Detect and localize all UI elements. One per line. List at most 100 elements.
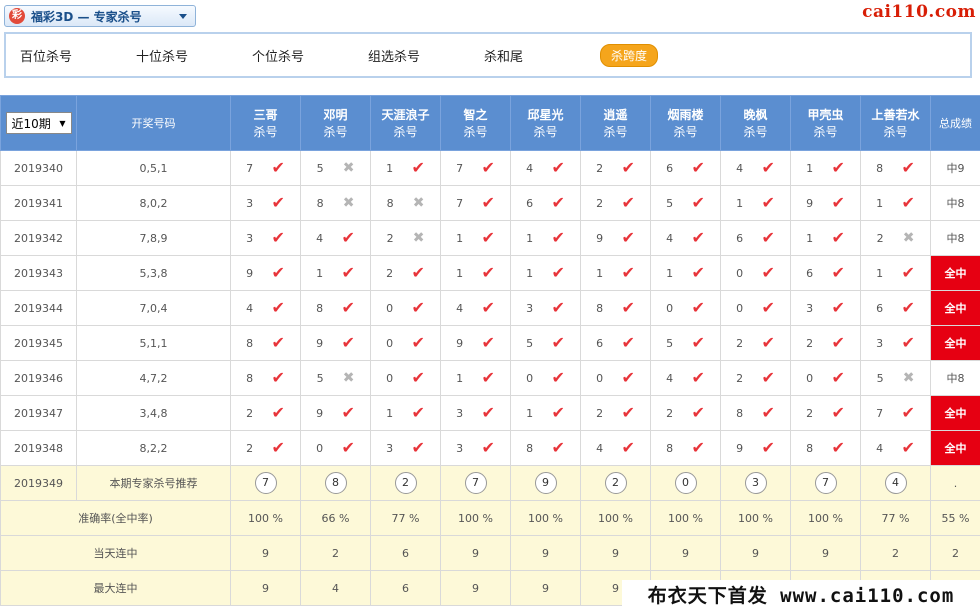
- site-logo: cai110.com: [862, 2, 976, 22]
- pick-cell: 4 ✔: [440, 290, 511, 326]
- total-cell: 全中: [930, 255, 980, 291]
- pick-cell: 9 ✔: [580, 220, 651, 256]
- pick-value: 2: [806, 406, 814, 420]
- stat-label: 当天连中: [0, 535, 231, 571]
- recommend-cell: 9: [510, 465, 581, 501]
- pick-value: 3: [806, 301, 814, 315]
- recommend-ball: 3: [744, 472, 767, 494]
- pick-value: 6: [876, 301, 884, 315]
- pick-wrap: 8 ✔: [231, 335, 300, 351]
- expert-header[interactable]: 晚枫 杀号: [720, 95, 791, 151]
- range-select[interactable]: 近10期 ▼: [5, 112, 72, 134]
- pick-cell: 9 ✔: [790, 185, 861, 221]
- expert-header[interactable]: 甲壳虫 杀号: [790, 95, 861, 151]
- pick-wrap: 0 ✔: [511, 370, 580, 386]
- expert-header[interactable]: 烟雨楼 杀号: [650, 95, 721, 151]
- pick-value: 9: [596, 231, 604, 245]
- pick-cell: 1 ✔: [790, 150, 861, 186]
- recommend-cell: 0: [650, 465, 721, 501]
- total-cell: 全中: [930, 325, 980, 361]
- pick-wrap: 2 ✔: [651, 405, 720, 421]
- pick-value: 6: [526, 196, 534, 210]
- pick-wrap: 6 ✔: [581, 335, 650, 351]
- pick-cell: 1 ✔: [580, 255, 651, 291]
- stat-value: 77 %: [370, 500, 441, 536]
- pick-value: 5: [316, 161, 324, 175]
- pick-value: 1: [456, 266, 464, 280]
- check-icon: ✔: [551, 158, 565, 177]
- pick-value: 3: [876, 336, 884, 350]
- pick-value: 1: [876, 196, 884, 210]
- pick-cell: 4 ✔: [650, 220, 721, 256]
- pick-cell: 8 ✔: [510, 430, 581, 466]
- check-icon: ✔: [341, 403, 355, 422]
- nav-item-hundreds[interactable]: 百位杀号: [20, 46, 136, 65]
- pick-wrap: 9 ✔: [581, 230, 650, 246]
- lottery-selector[interactable]: 彩 福彩3D — 专家杀号: [4, 5, 196, 27]
- check-icon: ✔: [271, 298, 285, 317]
- pick-wrap: 8 ✔: [301, 300, 370, 316]
- nav-item-sum-tail[interactable]: 杀和尾: [484, 46, 600, 65]
- pick-cell: 8 ✔: [300, 290, 371, 326]
- expert-header[interactable]: 上善若水 杀号: [860, 95, 931, 151]
- check-icon: ✔: [551, 438, 565, 457]
- total-cell: 中8: [930, 185, 980, 221]
- check-icon: ✔: [271, 193, 285, 212]
- recommend-cell: 2: [580, 465, 651, 501]
- check-icon: ✔: [901, 333, 915, 352]
- pick-value: 9: [316, 336, 324, 350]
- pick-wrap: 8 ✔: [721, 405, 790, 421]
- pick-cell: 1 ✔: [790, 220, 861, 256]
- check-icon: ✔: [551, 228, 565, 247]
- pick-cell: 4 ✔: [860, 430, 931, 466]
- check-icon: ✔: [481, 193, 495, 212]
- pick-value: 9: [736, 441, 744, 455]
- pick-cell: 1 ✔: [440, 360, 511, 396]
- pick-wrap: 1 ✔: [861, 265, 930, 281]
- stat-value: 2: [860, 535, 931, 571]
- pick-value: 2: [806, 336, 814, 350]
- pick-cell: 3 ✔: [230, 220, 301, 256]
- draw-cell: 5,1,1: [76, 325, 231, 361]
- pick-cell: 8 ✖: [300, 185, 371, 221]
- pick-cell: 3 ✔: [510, 290, 581, 326]
- pick-wrap: 2 ✔: [581, 405, 650, 421]
- pick-cell: 5 ✖: [300, 360, 371, 396]
- nav-item-group[interactable]: 组选杀号: [368, 46, 484, 65]
- pick-wrap: 4 ✔: [581, 440, 650, 456]
- pick-value: 9: [806, 196, 814, 210]
- expert-header[interactable]: 天涯浪子 杀号: [370, 95, 441, 151]
- expert-header[interactable]: 邱星光 杀号: [510, 95, 581, 151]
- pick-wrap: 2 ✔: [581, 195, 650, 211]
- draw-cell: 5,3,8: [76, 255, 231, 291]
- stat-value: 6: [370, 535, 441, 571]
- stat-value: 9: [230, 570, 301, 606]
- expert-header[interactable]: 三哥 杀号: [230, 95, 301, 151]
- pick-value: 3: [386, 441, 394, 455]
- check-icon: ✔: [691, 298, 705, 317]
- check-icon: ✔: [481, 228, 495, 247]
- pick-wrap: 3 ✔: [441, 405, 510, 421]
- check-icon: ✔: [341, 333, 355, 352]
- pick-wrap: 4 ✔: [651, 230, 720, 246]
- nav-item-span-active[interactable]: 杀跨度: [600, 43, 659, 67]
- expert-header[interactable]: 智之 杀号: [440, 95, 511, 151]
- pick-wrap: 2 ✔: [231, 440, 300, 456]
- pick-value: 2: [736, 336, 744, 350]
- pick-value: 4: [316, 231, 324, 245]
- pick-value: 0: [386, 301, 394, 315]
- expert-header[interactable]: 逍遥 杀号: [580, 95, 651, 151]
- nav-item-units[interactable]: 个位杀号: [252, 46, 368, 65]
- pick-value: 0: [386, 371, 394, 385]
- nav-item-tens[interactable]: 十位杀号: [136, 46, 252, 65]
- check-icon: ✔: [551, 403, 565, 422]
- stat-value: 2: [300, 535, 371, 571]
- expert-header[interactable]: 邓明 杀号: [300, 95, 371, 151]
- pick-value: 0: [806, 371, 814, 385]
- total-cell: .: [930, 465, 980, 501]
- pick-value: 2: [596, 196, 604, 210]
- check-icon: ✔: [481, 403, 495, 422]
- pick-wrap: 4 ✔: [651, 370, 720, 386]
- pick-wrap: 3 ✔: [861, 335, 930, 351]
- pick-value: 1: [596, 266, 604, 280]
